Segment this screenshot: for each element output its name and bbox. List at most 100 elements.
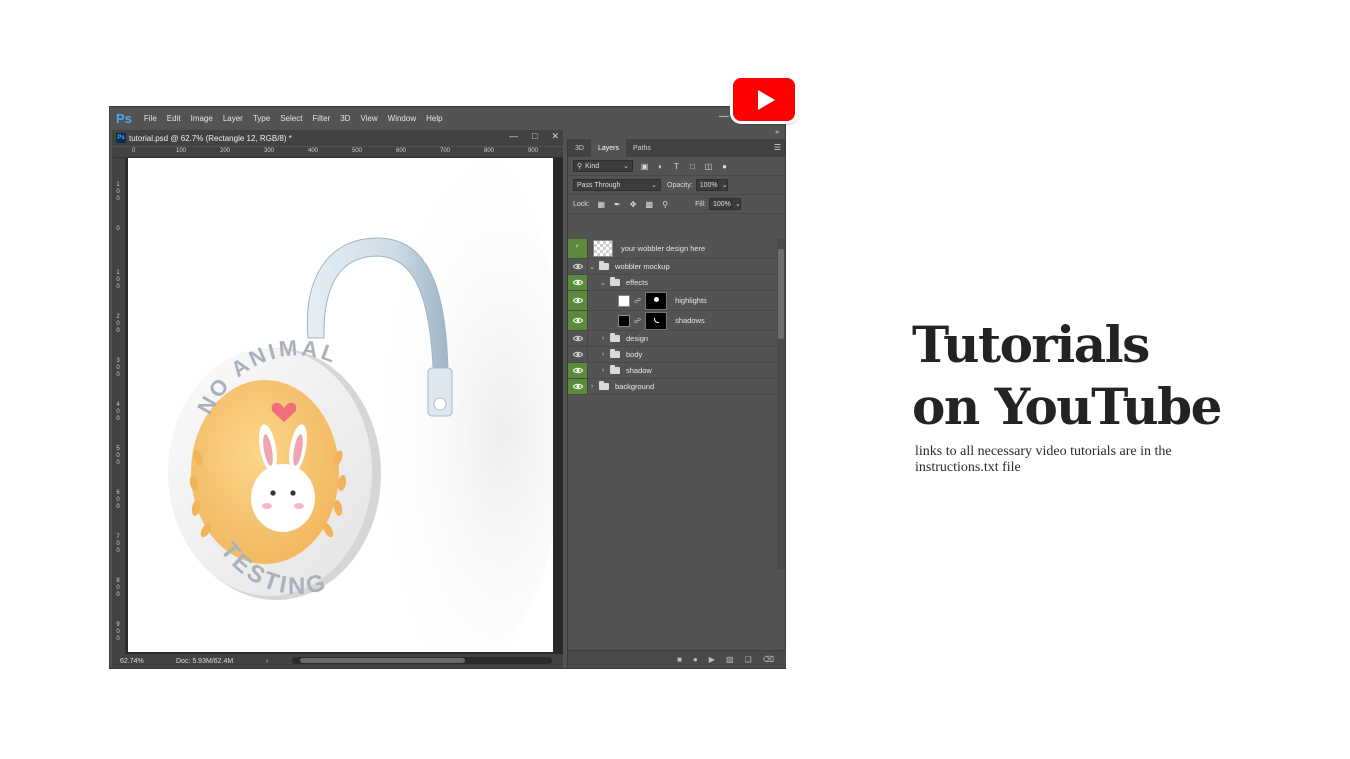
opacity-input[interactable]: 100%: [695, 179, 718, 191]
ruler-label: 100: [116, 182, 120, 202]
layer-row[interactable]: › body: [568, 347, 776, 363]
chevron-right-icon[interactable]: ›: [599, 351, 607, 358]
tab-3d[interactable]: 3D: [568, 139, 591, 157]
visibility-toggle[interactable]: [568, 259, 588, 274]
menu-window[interactable]: Window: [388, 114, 416, 123]
link-icon[interactable]: ☍: [634, 317, 641, 325]
trash-icon[interactable]: ⌫: [763, 655, 774, 664]
layer-name[interactable]: body: [626, 350, 642, 359]
horizontal-scrollbar[interactable]: [292, 657, 552, 664]
visibility-toggle[interactable]: [568, 363, 588, 378]
minimize-window-icon[interactable]: —: [719, 111, 729, 122]
opacity-dropdown[interactable]: ⌄: [717, 179, 728, 191]
lock-position-icon[interactable]: ✥: [629, 200, 638, 209]
layer-name[interactable]: shadows: [675, 316, 705, 325]
layer-name[interactable]: design: [626, 334, 648, 343]
fill-input[interactable]: 100%: [709, 198, 731, 210]
layer-mask-thumbnail[interactable]: [645, 291, 668, 310]
layer-row[interactable]: › design: [568, 331, 776, 347]
layers-scrollbar[interactable]: [777, 239, 785, 569]
doc-close-icon[interactable]: ✕: [551, 131, 559, 142]
menu-layer[interactable]: Layer: [223, 114, 243, 123]
document-window-controls: — □ ✕: [509, 131, 559, 142]
opacity-value: 100%: [699, 181, 718, 189]
canvas-area[interactable]: NO ANIMAL TESTING: [126, 158, 563, 654]
new-layer-icon[interactable]: ❏: [745, 655, 752, 664]
layer-row[interactable]: › background: [568, 379, 776, 395]
visibility-toggle[interactable]: [568, 275, 588, 290]
visibility-toggle[interactable]: ⌜: [568, 239, 588, 258]
menu-select[interactable]: Select: [280, 114, 302, 123]
status-menu-arrow-icon[interactable]: ›: [266, 658, 268, 665]
photoshop-window: Ps File Edit Image Layer Type Select Fil…: [109, 106, 786, 669]
chevron-right-icon[interactable]: ›: [588, 383, 596, 390]
fill-dropdown[interactable]: ⌄: [731, 198, 741, 210]
doc-minimize-icon[interactable]: —: [509, 131, 518, 142]
layer-row[interactable]: ⌄ wobbler mockup: [568, 259, 776, 275]
scrollbar-thumb[interactable]: [300, 658, 465, 663]
lock-image-icon[interactable]: ✒: [613, 200, 622, 209]
folder-icon: [610, 333, 620, 342]
type-filter-icon[interactable]: T: [672, 162, 681, 171]
adjustment-filter-icon[interactable]: ◐: [656, 162, 665, 171]
layer-row[interactable]: ⌄ effects: [568, 275, 776, 291]
visibility-toggle[interactable]: [568, 379, 588, 394]
youtube-logo-icon[interactable]: [730, 75, 798, 124]
zoom-level[interactable]: 62.74%: [120, 658, 176, 665]
layer-row[interactable]: ⌜ your wobbler design here: [568, 239, 776, 259]
layer-name[interactable]: shadow: [626, 366, 652, 375]
layer-name[interactable]: highlights: [675, 296, 707, 305]
visibility-toggle[interactable]: [568, 291, 588, 310]
eye-icon: [572, 279, 583, 286]
scrollbar-thumb[interactable]: [778, 249, 784, 339]
visibility-toggle[interactable]: [568, 331, 588, 346]
tab-paths[interactable]: Paths: [626, 139, 658, 157]
layer-row[interactable]: ☍ shadows: [568, 311, 776, 331]
menu-3d[interactable]: 3D: [340, 114, 350, 123]
menu-help[interactable]: Help: [426, 114, 442, 123]
chevron-down-icon[interactable]: ⌄: [599, 279, 607, 287]
chevron-right-icon[interactable]: ›: [599, 367, 607, 374]
menu-file[interactable]: File: [144, 114, 157, 123]
lock-all-icon[interactable]: ⚲: [661, 200, 670, 209]
layer-mask-thumbnail[interactable]: [645, 311, 668, 330]
menu-filter[interactable]: Filter: [312, 114, 330, 123]
document-tab[interactable]: Ps tutorial.psd @ 62.7% (Rectangle 12, R…: [112, 130, 563, 146]
link-icon[interactable]: ☍: [634, 297, 641, 305]
filter-toggle-icon[interactable]: ●: [720, 162, 729, 171]
panel-menu-icon[interactable]: ☰: [774, 143, 781, 152]
visibility-toggle[interactable]: [568, 347, 588, 362]
new-group-icon[interactable]: ▧: [726, 655, 734, 664]
blend-mode-select[interactable]: Pass Through ⌄: [573, 179, 661, 191]
menu-edit[interactable]: Edit: [167, 114, 181, 123]
filter-row: ⚲ Kind ⌄ ▣ ◐ T □ ◫ ●: [568, 157, 785, 176]
layer-row[interactable]: ☍ highlights: [568, 291, 776, 311]
menu-view[interactable]: View: [360, 114, 377, 123]
photoshop-logo: Ps: [116, 110, 132, 126]
layer-name[interactable]: background: [615, 382, 654, 391]
promo-subtext: links to all necessary video tutorials a…: [915, 444, 1172, 475]
menu-type[interactable]: Type: [253, 114, 270, 123]
chevron-right-icon[interactable]: ›: [599, 335, 607, 342]
layer-row[interactable]: › shadow: [568, 363, 776, 379]
shape-filter-icon[interactable]: □: [688, 162, 697, 171]
menu-image[interactable]: Image: [191, 114, 213, 123]
tab-layers[interactable]: Layers: [590, 139, 626, 157]
layer-name[interactable]: your wobbler design here: [621, 244, 705, 253]
pixel-filter-icon[interactable]: ▣: [640, 162, 649, 171]
add-style-icon[interactable]: ●: [693, 655, 698, 664]
filter-kind-select[interactable]: ⚲ Kind ⌄: [573, 160, 633, 172]
collapse-panels-icon[interactable]: »: [775, 129, 779, 136]
link-layers-icon[interactable]: ■: [677, 655, 682, 664]
lock-transparent-icon[interactable]: ▦: [597, 200, 606, 209]
smart-object-filter-icon[interactable]: ◫: [704, 162, 713, 171]
ruler-label: 600: [116, 490, 120, 510]
layer-name[interactable]: effects: [626, 278, 648, 287]
document-canvas[interactable]: NO ANIMAL TESTING: [128, 158, 553, 652]
chevron-down-icon[interactable]: ⌄: [588, 263, 596, 271]
lock-artboard-icon[interactable]: ▩: [645, 200, 654, 209]
layer-name[interactable]: wobbler mockup: [615, 262, 670, 271]
add-mask-icon[interactable]: ▶: [709, 655, 715, 664]
doc-maximize-icon[interactable]: □: [532, 131, 537, 142]
visibility-toggle[interactable]: [568, 311, 588, 330]
